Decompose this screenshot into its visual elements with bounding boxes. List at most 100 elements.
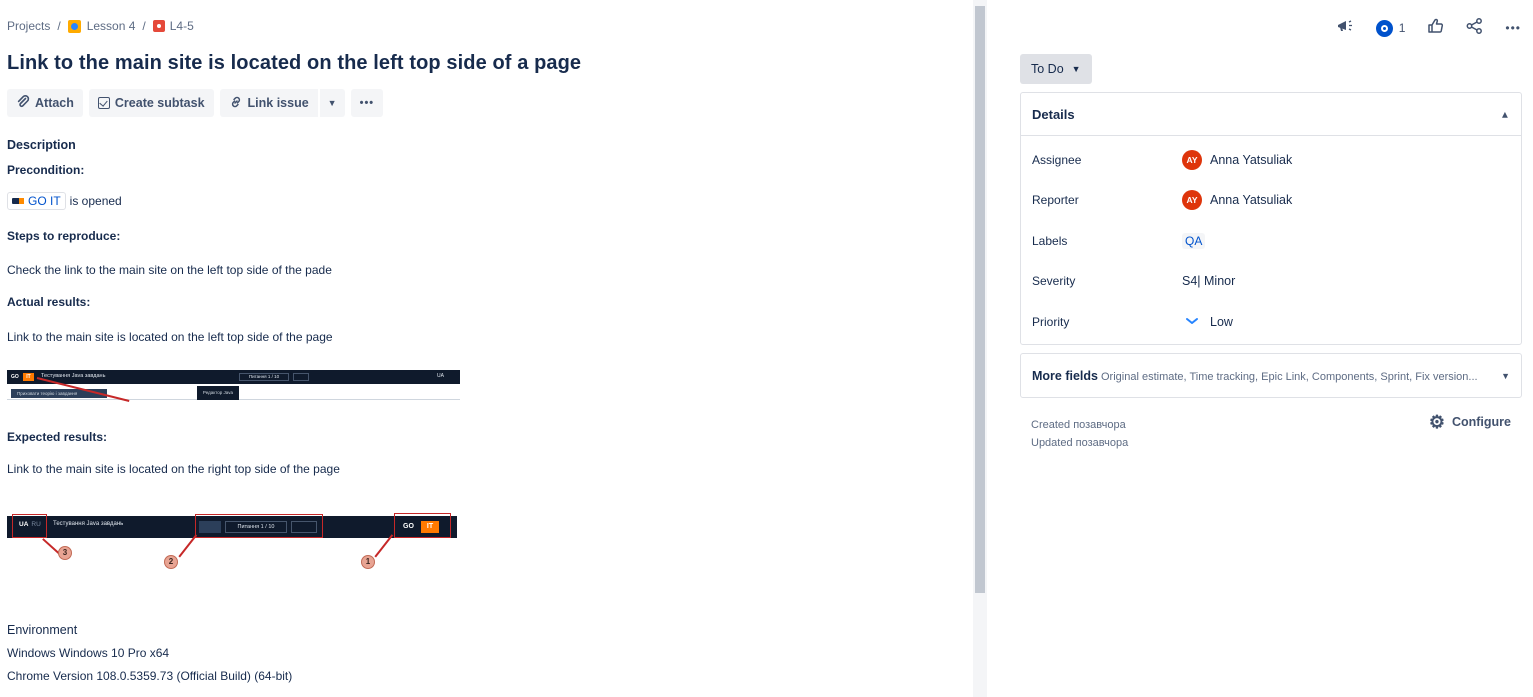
field-label: Reporter (1032, 193, 1079, 207)
go-it-favicon-icon (12, 198, 24, 204)
screenshot-lang: UA (437, 373, 444, 379)
actual-results-text: Link to the main site is located on the … (7, 330, 333, 344)
assignee-value[interactable]: AY Anna Yatsuliak (1182, 150, 1292, 170)
severity-value[interactable]: S4| Minor (1182, 274, 1235, 288)
assignee-name: Anna Yatsuliak (1210, 153, 1293, 167)
go-it-logo: GO IT (11, 373, 38, 381)
screenshot-question-nav: Питання 1 / 10 (239, 373, 289, 381)
link-issue-button[interactable]: Link issue (219, 89, 318, 117)
subtask-icon (97, 97, 110, 109)
watch-button[interactable]: 1 (1375, 19, 1406, 37)
chevron-up-icon[interactable]: ▼ (1500, 109, 1510, 120)
breadcrumb: Projects / Lesson 4 / L4-5 (7, 19, 194, 33)
breadcrumb-issue-key[interactable]: L4-5 (170, 19, 194, 33)
attach-button[interactable]: Attach (7, 89, 83, 117)
issue-meta: Created позавчора Updated позавчора (1031, 416, 1128, 452)
field-assignee: Assignee AY Anna Yatsuliak (1032, 150, 1512, 170)
breadcrumb-projects[interactable]: Projects (7, 19, 50, 33)
priority-value[interactable]: Low (1182, 315, 1233, 329)
details-panel: Details ▼ Assignee AY Anna Yatsuliak Rep… (1020, 92, 1522, 345)
link-issue-dropdown-button[interactable]: ▼ (319, 89, 345, 117)
expected-result-screenshot[interactable]: UA RU Тестування Java завдань Питання 1 /… (7, 512, 457, 572)
issue-main-panel: Projects / Lesson 4 / L4-5 Link to the m… (0, 0, 973, 697)
updated-date: Updated позавчора (1031, 437, 1129, 449)
link-icon (229, 95, 243, 112)
field-severity: Severity S4| Minor (1032, 271, 1512, 291)
precondition-suffix: is opened (69, 194, 122, 208)
create-subtask-button[interactable]: Create subtask (88, 89, 214, 117)
marker-1: 1 (361, 555, 375, 569)
paperclip-icon (16, 94, 30, 112)
screenshot-next-arrow (293, 373, 309, 381)
expected-results-text: Link to the main site is located on the … (7, 462, 340, 476)
highlight-box-logo (394, 513, 451, 538)
main-scrollbar[interactable] (973, 0, 987, 697)
priority-name: Low (1210, 315, 1233, 329)
field-labels: Labels QA (1032, 231, 1512, 251)
thumbs-up-icon[interactable] (1427, 18, 1444, 38)
issue-sidebar: 1 ••• To Do ▼ Details ▼ Assignee AY Anna… (1000, 0, 1533, 697)
link-issue-label: Link issue (247, 96, 309, 110)
field-label: Severity (1032, 274, 1076, 288)
share-icon[interactable] (1466, 18, 1483, 38)
chevron-down-icon: ▼ (327, 98, 337, 108)
attach-label: Attach (35, 96, 74, 110)
highlight-box-nav (195, 514, 323, 538)
breadcrumb-project[interactable]: Lesson 4 (87, 19, 136, 33)
marker-3: 3 (58, 546, 72, 560)
steps-label: Steps to reproduce: (7, 229, 121, 243)
watch-count: 1 (1398, 21, 1406, 35)
expected-results-label: Expected results: (7, 430, 108, 444)
create-subtask-label: Create subtask (114, 96, 205, 110)
field-label: Priority (1032, 315, 1070, 329)
precondition-row: GO IT is opened (7, 192, 122, 210)
environment-line-os: Windows Windows 10 Pro x64 (7, 646, 170, 660)
reporter-value[interactable]: AY Anna Yatsuliak (1182, 190, 1292, 210)
project-avatar-icon (67, 19, 81, 33)
logo-it-text: IT (23, 373, 34, 381)
steps-text: Check the link to the main site on the l… (7, 263, 332, 277)
marker-2: 2 (164, 555, 178, 569)
created-date: Created позавчора (1031, 419, 1126, 431)
more-fields-title: More fields (1032, 368, 1098, 383)
logo-go-text: GO (11, 373, 23, 381)
screenshot-header-bar: GO IT Тестування Java завдань Питання 1 … (7, 370, 460, 384)
megaphone-icon[interactable] (1336, 18, 1354, 38)
details-header[interactable]: Details ▼ (1021, 93, 1521, 136)
label-chip[interactable]: QA (1182, 233, 1206, 249)
avatar: AY (1182, 150, 1202, 170)
link-issue-split-button: Link issue ▼ (219, 89, 345, 117)
more-icon: ••• (359, 97, 375, 109)
go-it-link[interactable]: GO IT (7, 192, 66, 210)
status-dropdown[interactable]: To Do ▼ (1020, 54, 1092, 84)
bug-icon (152, 20, 165, 32)
chevron-down-icon[interactable]: ▼ (1501, 371, 1510, 381)
configure-label: Configure (1451, 415, 1511, 429)
field-label: Assignee (1032, 153, 1082, 167)
gear-icon: ⚙ (1428, 412, 1445, 432)
actual-results-label: Actual results: (7, 295, 91, 309)
more-options-icon[interactable]: ••• (1505, 21, 1521, 35)
actual-result-screenshot[interactable]: GO IT Тестування Java завдань Питання 1 … (7, 370, 460, 402)
field-label: Labels (1032, 234, 1068, 248)
field-priority: Priority Low (1032, 312, 1512, 332)
details-heading: Details (1032, 106, 1075, 122)
scrollbar-thumb[interactable] (975, 6, 985, 593)
issue-toolbar: Attach Create subtask Link issue ▼ ••• (7, 89, 384, 117)
environment-line-browser: Chrome Version 108.0.5359.73 (Official B… (7, 669, 293, 683)
configure-button[interactable]: ⚙ Configure (1428, 412, 1511, 432)
description-heading: Description (7, 138, 76, 152)
avatar: AY (1182, 190, 1202, 210)
header-actions: 1 ••• (1336, 18, 1521, 38)
breadcrumb-separator: / (142, 19, 146, 33)
more-actions-button[interactable]: ••• (350, 89, 384, 117)
priority-low-icon (1182, 315, 1202, 329)
labels-value[interactable]: QA (1182, 233, 1206, 249)
screenshot-title: Тестування Java завдань (53, 521, 124, 527)
more-fields-panel[interactable]: More fields Original estimate, Time track… (1020, 353, 1522, 398)
environment-heading: Environment (7, 623, 78, 637)
precondition-label: Precondition: (7, 163, 85, 177)
issue-title[interactable]: Link to the main site is located on the … (7, 52, 581, 75)
chevron-down-icon: ▼ (1071, 64, 1081, 74)
highlight-box-lang (12, 514, 47, 538)
